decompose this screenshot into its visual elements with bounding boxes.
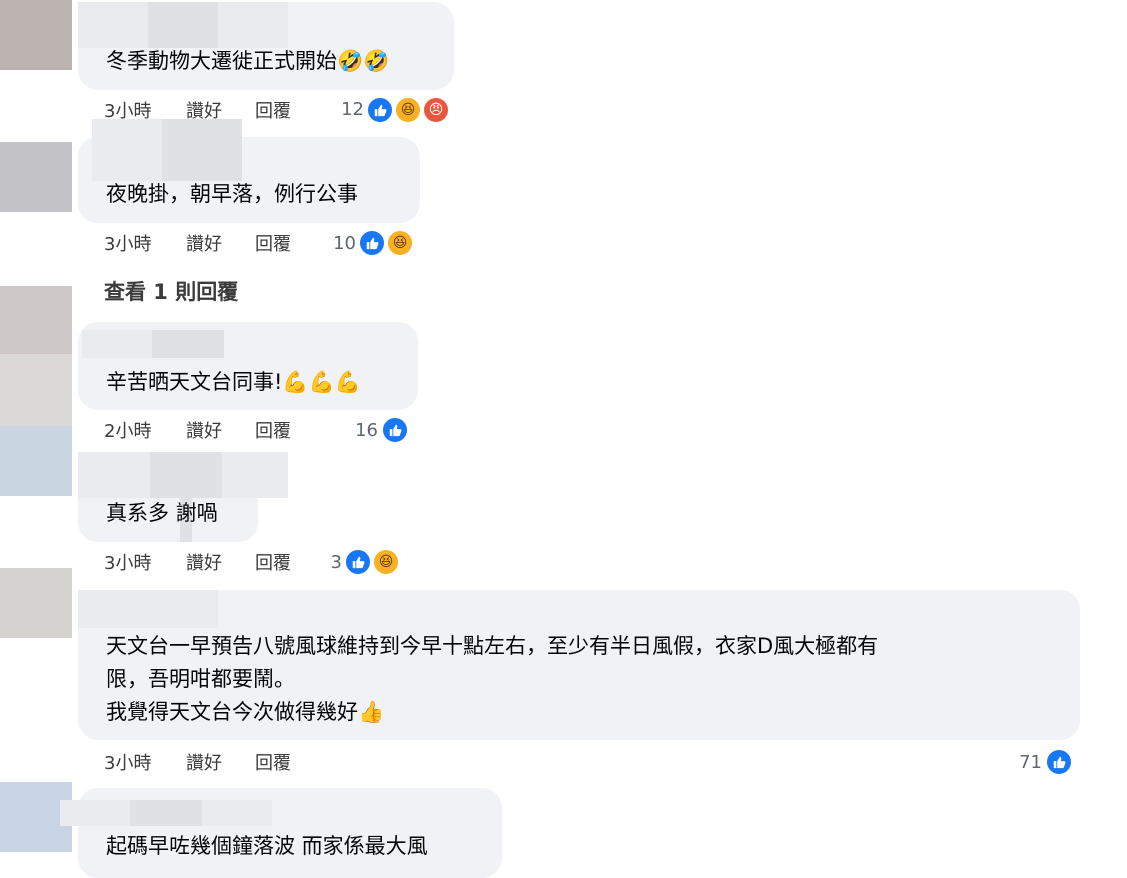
reaction-count[interactable]: 10 (318, 233, 356, 254)
comment-text: 冬季動物大遷徙正式開始🤣🤣 (106, 49, 390, 73)
comment-text: 真系多 謝喎 (106, 501, 218, 525)
avatar[interactable] (0, 354, 72, 426)
like-button[interactable]: 讚好 (186, 749, 222, 775)
comment-time[interactable]: 2小時 (104, 417, 151, 443)
like-button[interactable]: 讚好 (186, 549, 222, 575)
reactions[interactable] (381, 416, 411, 446)
reaction-count[interactable]: 12 (326, 99, 364, 120)
comment-time[interactable]: 3小時 (104, 230, 151, 256)
reply-button[interactable]: 回覆 (255, 97, 291, 123)
comment-text: 限，吾明咁都要鬧。 (106, 667, 295, 691)
like-button[interactable]: 讚好 (186, 417, 222, 443)
angry-reaction-icon: 😠 (422, 96, 450, 124)
like-reaction-icon (381, 416, 409, 444)
reply-button[interactable]: 回覆 (255, 230, 291, 256)
reactions[interactable] (1045, 748, 1075, 778)
author-name-redacted[interactable] (150, 452, 222, 498)
avatar[interactable] (0, 426, 72, 496)
comment-bubble: 真系多 謝喎 (78, 452, 288, 542)
author-name-redacted[interactable] (130, 800, 202, 826)
comment-time[interactable]: 3小時 (104, 549, 151, 575)
reactions[interactable]: 😆 (358, 229, 416, 259)
avatar[interactable] (0, 0, 72, 70)
comment-text: 天文台一早預告八號風球維持到今早十點左右，至少有半日風假，衣家D風大極都有 (106, 634, 879, 658)
reaction-count[interactable]: 16 (340, 420, 378, 441)
reaction-count[interactable]: 3 (304, 552, 342, 573)
comment-text: 起碼早咗幾個鐘落波 而家係最大風 (106, 834, 428, 858)
comment-text: 辛苦晒天文台同事!💪💪💪 (106, 370, 361, 394)
reactions[interactable]: 😆 😠 (366, 96, 452, 126)
reactions[interactable]: 😆 (344, 548, 402, 578)
comment-bubble: 夜晚掛，朝早落，例行公事 (78, 119, 420, 223)
like-reaction-icon (358, 229, 386, 257)
comment-bubble: 起碼早咗幾個鐘落波 而家係最大風 (60, 788, 502, 878)
comment-time[interactable]: 3小時 (104, 749, 151, 775)
like-reaction-icon (1045, 748, 1073, 776)
avatar[interactable] (0, 568, 72, 638)
like-button[interactable]: 讚好 (186, 230, 222, 256)
reply-button[interactable]: 回覆 (255, 417, 291, 443)
author-name-redacted[interactable] (148, 2, 218, 48)
comment-bubble: 天文台一早預告八號風球維持到今早十點左右，至少有半日風假，衣家D風大極都有 限，… (78, 590, 1080, 740)
like-reaction-icon (344, 548, 372, 576)
comment-text: 夜晚掛，朝早落，例行公事 (106, 182, 358, 206)
comment-text: 我覺得天文台今次做得幾好👍 (106, 700, 385, 724)
view-replies-link[interactable]: 查看 1 則回覆 (104, 276, 238, 306)
comment-bubble: 辛苦晒天文台同事!💪💪💪 (78, 322, 418, 410)
avatar[interactable] (0, 286, 72, 354)
haha-reaction-icon: 😆 (394, 96, 422, 124)
comment-bubble: 冬季動物大遷徙正式開始🤣🤣 (78, 2, 454, 90)
author-name-redacted[interactable] (162, 119, 242, 181)
author-name-redacted[interactable] (78, 590, 218, 628)
haha-reaction-icon: 😆 (372, 548, 400, 576)
reaction-count[interactable]: 71 (1004, 752, 1042, 773)
reply-button[interactable]: 回覆 (255, 749, 291, 775)
avatar[interactable] (0, 142, 72, 212)
like-reaction-icon (366, 96, 394, 124)
haha-reaction-icon: 😆 (386, 229, 414, 257)
author-name-redacted[interactable] (152, 330, 224, 358)
reply-button[interactable]: 回覆 (255, 549, 291, 575)
